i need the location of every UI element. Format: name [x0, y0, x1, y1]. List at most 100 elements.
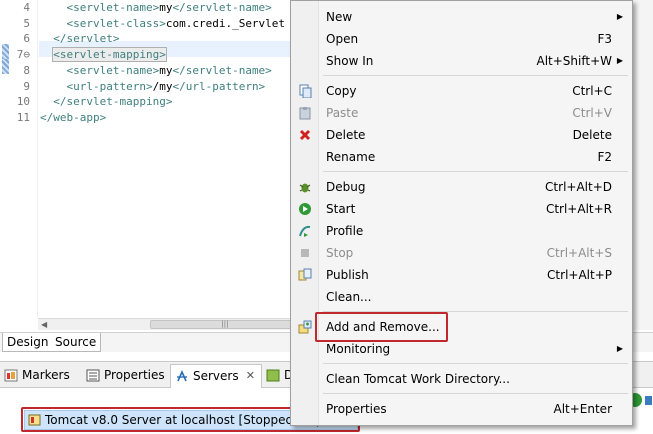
menu-item-show-in[interactable]: Show In Alt+Shift+W ▶: [291, 50, 632, 72]
menu-item-shortcut: Delete: [572, 128, 612, 142]
code-line[interactable]: </servlet>: [40, 31, 119, 46]
publish-icon: [298, 268, 312, 281]
tab-markers-label: Markers: [22, 368, 70, 382]
menu-item-clean[interactable]: Clean...: [291, 286, 632, 308]
menu-item-shortcut: Ctrl+Alt+P: [547, 268, 612, 282]
menu-item-shortcut: Ctrl+V: [572, 106, 612, 120]
line-number: 6: [23, 32, 30, 46]
menu-item-label: Start: [326, 202, 356, 216]
line-number: 4: [23, 1, 30, 14]
xml-tag: </url-pattern>: [172, 79, 266, 93]
menu-item-label: Profile: [326, 224, 364, 238]
data-source-icon: [266, 369, 280, 382]
menu-item-label: Delete: [326, 128, 366, 142]
line-number: 9: [23, 79, 30, 93]
xml-tag: </servlet-mapping>: [53, 95, 173, 109]
tab-markers[interactable]: Markers: [0, 364, 80, 388]
menu-separator: [323, 75, 628, 76]
menu-separator: [323, 363, 628, 364]
code-line[interactable]: <servlet-mapping>: [40, 47, 167, 63]
menu-item-label: Publish: [326, 268, 369, 282]
menu-item-label: Clean Tomcat Work Directory...: [326, 372, 510, 386]
line-number: 11: [16, 110, 30, 124]
servers-icon: [177, 370, 187, 382]
tab-data[interactable]: D: [262, 364, 293, 388]
debug-icon: [299, 183, 311, 193]
menu-item-shortcut: Alt+Enter: [553, 402, 612, 416]
stop-icon: [301, 249, 309, 257]
menu-item-profile[interactable]: Profile: [291, 220, 632, 242]
add-remove-icon: [298, 320, 312, 334]
xml-text: my: [159, 1, 173, 14]
xml-tag: </servlet-name>: [172, 1, 272, 14]
menu-item-shortcut: Ctrl+C: [572, 84, 612, 98]
code-line[interactable]: </web-app>: [40, 110, 106, 125]
tab-servers[interactable]: Servers ✕: [170, 364, 262, 388]
menu-item-label: Stop: [326, 246, 354, 260]
menu-item-stop: Stop Ctrl+Alt+S: [291, 242, 632, 264]
menu-item-delete[interactable]: Delete Delete: [291, 124, 632, 146]
xml-tag: </web-app>: [40, 110, 107, 124]
menu-item-shortcut: Ctrl+Alt+S: [546, 246, 612, 260]
copy-icon: [299, 84, 312, 98]
menu-item-label: Rename: [326, 150, 376, 164]
menu-item-publish[interactable]: Publish Ctrl+Alt+P: [291, 264, 632, 286]
profile-icon: [299, 225, 311, 237]
menu-item-label: Paste: [326, 106, 359, 120]
xml-text: my: [159, 63, 173, 77]
delete-icon: [299, 129, 311, 141]
context-menu: New ▶ Open F3 Show In Alt+Shift+W ▶ Copy Ctrl+C P…: [290, 0, 633, 426]
menu-item-label: New: [326, 10, 353, 24]
menu-item-shortcut: F2: [597, 150, 612, 164]
menu-item-copy[interactable]: Copy Ctrl+C: [291, 80, 632, 102]
submenu-arrow-icon: ▶: [616, 56, 623, 65]
tab-design[interactable]: Design: [2, 333, 54, 352]
tab-source[interactable]: Source: [51, 333, 102, 352]
stop-server-icon[interactable]: [644, 395, 653, 406]
menu-item-start[interactable]: Start Ctrl+Alt+R: [291, 198, 632, 220]
scrollbar-thumb[interactable]: |||: [150, 320, 300, 329]
menu-item-label: Properties: [326, 402, 387, 416]
menu-item-properties[interactable]: Properties Alt+Enter: [291, 398, 632, 420]
editor-horizontal-scrollbar[interactable]: ◀ |||: [38, 318, 300, 330]
menu-item-debug[interactable]: Debug Ctrl+Alt+D: [291, 176, 632, 198]
menu-item-label: Copy: [326, 84, 357, 98]
xml-tag: <url-pattern>: [66, 79, 153, 93]
xml-text: com.credi._Servlet: [165, 16, 286, 30]
line-number: 10: [16, 95, 30, 109]
menu-item-new[interactable]: New ▶: [291, 6, 632, 28]
line-number: 5: [23, 16, 30, 30]
code-line[interactable]: <servlet-class>com.credi._Servlet: [40, 16, 286, 31]
editor-vertical-scrollbar[interactable]: [633, 0, 653, 330]
close-tab-icon[interactable]: ✕: [246, 365, 255, 387]
code-line[interactable]: <servlet-name>my</servlet-name>: [40, 63, 272, 78]
scroll-left-icon[interactable]: ◀: [41, 320, 47, 329]
start-icon: [299, 203, 311, 215]
xml-tag: </servlet>: [53, 32, 120, 46]
xml-tag: <servlet-mapping>: [52, 47, 167, 63]
xml-tag: <servlet-name>: [66, 63, 160, 77]
menu-separator: [323, 171, 628, 172]
add-remove-annotation-box: [315, 312, 448, 342]
menu-item-clean-tomcat-work-directory[interactable]: Clean Tomcat Work Directory...: [291, 368, 632, 390]
menu-item-rename[interactable]: Rename F2: [291, 146, 632, 168]
code-line[interactable]: <servlet-name>my</servlet-name>: [40, 0, 272, 15]
tab-properties[interactable]: Properties: [82, 364, 168, 388]
line-number: 8: [23, 63, 30, 77]
paste-icon: [299, 107, 311, 120]
code-line[interactable]: </servlet-mapping>: [40, 94, 172, 109]
xml-tag: </servlet-name>: [172, 63, 272, 77]
tab-servers-label: Servers: [193, 369, 239, 383]
menu-item-open[interactable]: Open F3: [291, 28, 632, 50]
code-line[interactable]: <url-pattern>/my</url-pattern>: [40, 79, 266, 94]
submenu-arrow-icon: ▶: [616, 344, 623, 353]
menu-item-shortcut: Ctrl+Alt+R: [545, 202, 612, 216]
menu-item-label: Clean...: [326, 290, 372, 304]
line-number: 7⊖: [16, 48, 30, 62]
